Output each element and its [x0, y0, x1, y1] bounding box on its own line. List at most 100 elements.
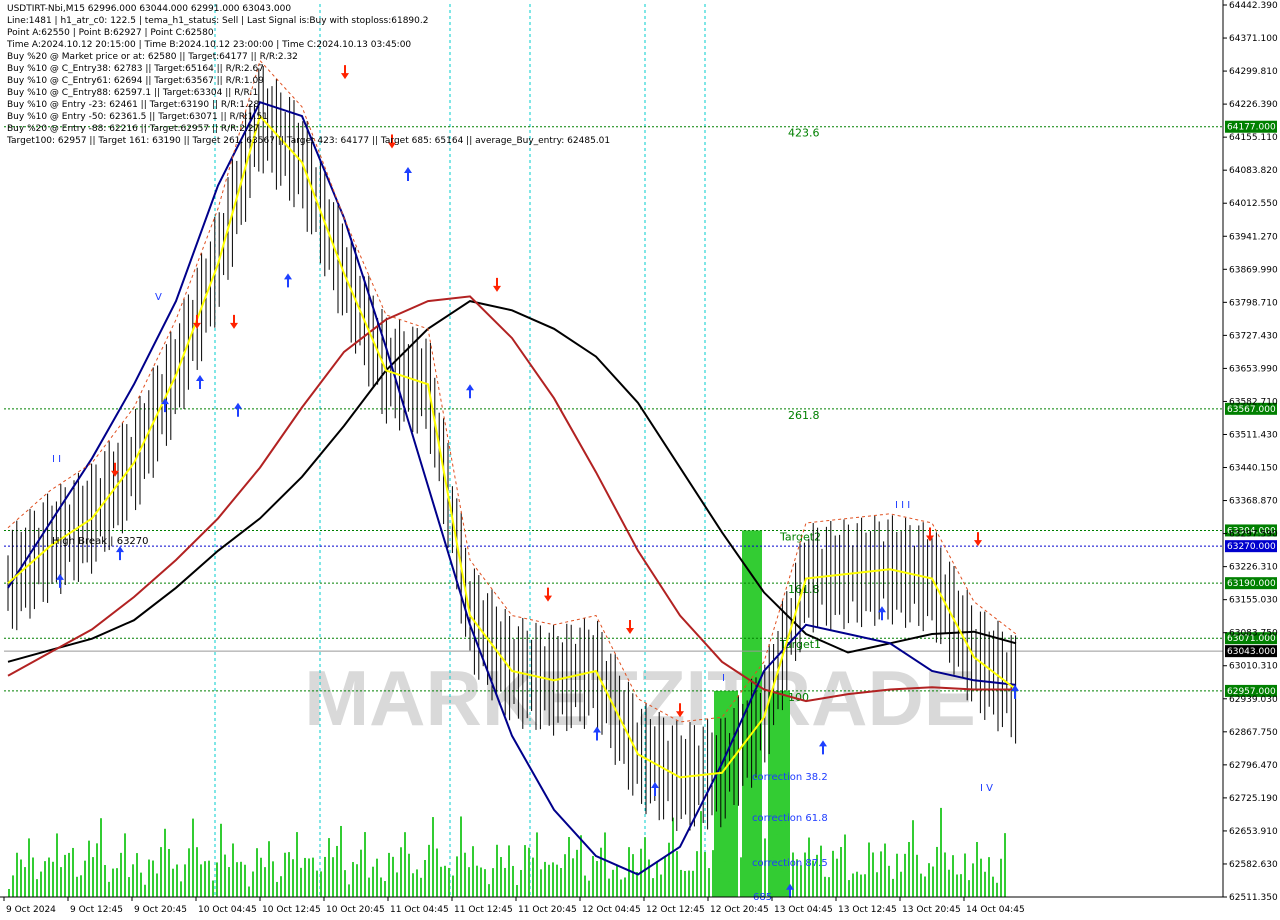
volume-bar — [144, 884, 146, 897]
y-tick-label: 64012.550 — [1229, 199, 1278, 209]
chart-annotation: I I — [52, 454, 61, 465]
y-tick-label: 63582.710 — [1229, 397, 1278, 407]
x-tick-label: 10 Oct 04:45 — [198, 905, 257, 915]
info-line: Buy %10 @ Entry -23: 62461 || Target:631… — [7, 100, 260, 110]
volume-bar — [284, 852, 286, 897]
x-tick-label: 10 Oct 20:45 — [326, 905, 385, 915]
volume-bar — [720, 873, 722, 897]
chart-annotation: correction 61.8 — [752, 813, 828, 824]
y-tick-label: 62867.750 — [1229, 728, 1278, 738]
x-tick-label: 9 Oct 20:45 — [134, 905, 187, 915]
volume-bar — [428, 844, 430, 897]
volume-bar — [908, 842, 910, 897]
volume-bar — [496, 844, 498, 897]
y-tick-label: 62939.030 — [1229, 695, 1278, 705]
volume-bar — [348, 884, 350, 897]
info-line: Line:1481 | h1_atr_c0: 122.5 | tema_h1_s… — [7, 16, 429, 26]
volume-bar — [204, 861, 206, 897]
y-tick-label: 63083.750 — [1229, 629, 1278, 639]
volume-bar — [444, 865, 446, 897]
ma-line — [7, 100, 1017, 876]
volume-bar — [736, 842, 738, 897]
x-tick-label: 12 Oct 20:45 — [710, 905, 769, 915]
sell-arrow-icon — [493, 277, 501, 292]
chart-window: MARKETZITRADE 423.6 64177.000 261.8 63567.00… — [0, 0, 1280, 920]
volume-bar — [280, 876, 282, 897]
volume-bar — [532, 857, 534, 897]
volume-bar — [732, 865, 734, 897]
volume-bar — [240, 861, 242, 897]
volume-bar — [608, 878, 610, 897]
volume-bar — [828, 877, 830, 897]
sell-arrow-icon — [544, 587, 552, 602]
volume-bar — [864, 874, 866, 897]
watermark-text: MARKETZITRADE — [304, 654, 976, 742]
volume-bar — [368, 877, 370, 897]
volume-bar — [52, 861, 54, 897]
x-tick-label: 11 Oct 12:45 — [454, 905, 513, 915]
volume-bar — [924, 876, 926, 897]
y-tick-label: 63155.030 — [1229, 596, 1278, 606]
x-tick-label: 12 Oct 04:45 — [582, 905, 641, 915]
volume-bar — [744, 869, 746, 897]
volume-bar — [472, 846, 474, 897]
volume-bar — [340, 825, 342, 897]
volume-bar — [848, 880, 850, 897]
y-tick-label: 63727.430 — [1229, 331, 1278, 341]
volume-bar — [308, 858, 310, 897]
volume-bar — [152, 860, 154, 897]
volume-bar — [700, 811, 702, 897]
volume-bar — [328, 838, 330, 897]
x-tick-label: 12 Oct 12:45 — [646, 905, 705, 915]
buy-arrow-icon — [56, 573, 64, 588]
volume-bar — [464, 852, 466, 897]
volume-bar — [832, 850, 834, 897]
volume-bar — [456, 856, 458, 897]
volume-bar — [896, 853, 898, 897]
volume-bar — [16, 852, 18, 897]
volume-bar — [292, 859, 294, 897]
volume-bar — [336, 845, 338, 897]
info-line: Buy %20 @ Entry -88: 62216 || Target:629… — [7, 124, 260, 134]
volume-bar — [448, 867, 450, 897]
ma-line — [7, 295, 1016, 703]
y-tick-label: 63440.150 — [1229, 464, 1278, 474]
volume-bar — [920, 873, 922, 897]
volume-bar — [584, 875, 586, 897]
volume-bar — [916, 854, 918, 897]
volume-bar — [84, 860, 86, 897]
volume-bar — [28, 838, 30, 897]
volume-bar — [128, 877, 130, 897]
volume-bar — [80, 875, 82, 897]
volume-bar — [628, 847, 630, 897]
volume-bar — [256, 848, 258, 897]
volume-bar — [60, 867, 62, 897]
volume-bar — [452, 875, 454, 897]
volume-bar — [312, 857, 314, 897]
volume-bar — [136, 853, 138, 897]
volume-bar — [332, 857, 334, 897]
volume-bar — [488, 884, 490, 897]
volume-bar — [324, 856, 326, 897]
volume-bar — [296, 832, 298, 897]
volume-bar — [372, 866, 374, 897]
info-panel: USDTIRT-Nbi,M15 62996.000 63044.000 6299… — [7, 3, 610, 147]
volume-bar — [364, 832, 366, 897]
volume-bar — [352, 862, 354, 897]
volume-bar — [220, 823, 222, 897]
volume-bar — [880, 851, 882, 897]
chart-annotation: I — [722, 673, 725, 684]
y-tick-label: 64155.110 — [1229, 133, 1278, 143]
volume-bar — [544, 861, 546, 897]
volume-bar — [20, 859, 22, 897]
volume-bar — [72, 847, 74, 897]
y-tick-label: 64442.390 — [1229, 1, 1278, 11]
volume-bar — [424, 859, 426, 897]
volume-bar — [636, 872, 638, 897]
y-tick-label: 62582.630 — [1229, 860, 1278, 870]
volume-bar — [632, 854, 634, 897]
volume-bar — [952, 855, 954, 897]
volume-bar — [576, 849, 578, 897]
y-tick-label: 64083.820 — [1229, 166, 1278, 176]
chart-annotation: correction 87.5 — [752, 858, 828, 869]
